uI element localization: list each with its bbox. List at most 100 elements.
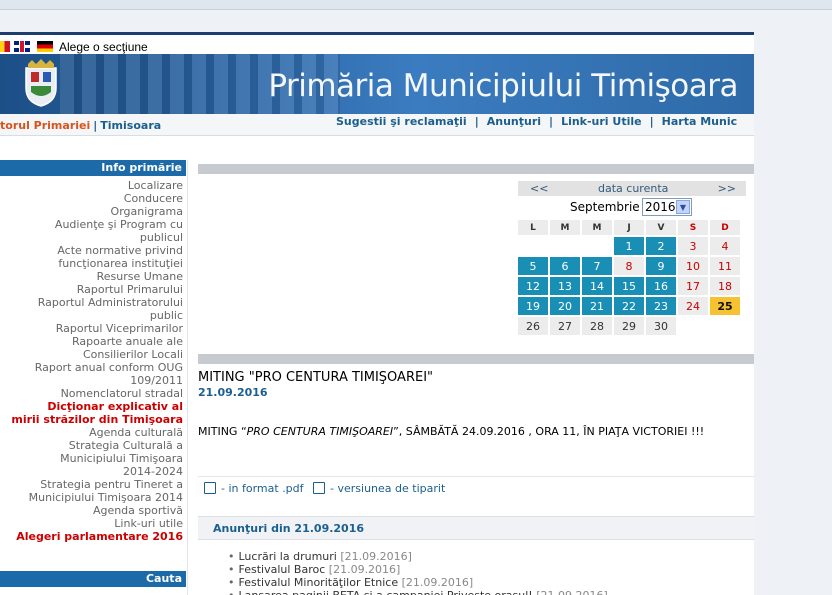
sidebar-item[interactable]: Raportul Administratorului — [0, 296, 187, 309]
year-select-value: 2016 — [645, 200, 676, 214]
calendar-day[interactable]: 11 — [710, 257, 740, 275]
calendar-day[interactable]: 5 — [518, 257, 548, 275]
calendar-grid: LMMJVSD 1 2 3 4 5 6 7 8 9 10 11 12 13 14 15 16 17 18 19 20 2… — [516, 218, 742, 337]
calendar-day[interactable]: 22 — [614, 297, 644, 315]
calendar-day[interactable]: 10 — [678, 257, 708, 275]
chevron-down-icon[interactable]: ▼ — [676, 200, 690, 214]
sidebar-item[interactable]: Agenda sportivă — [0, 504, 187, 517]
calendar-day[interactable]: 29 — [614, 317, 644, 335]
calendar-day[interactable]: 3 — [678, 237, 708, 255]
calendar-next-button[interactable]: >> — [718, 182, 736, 195]
sidebar-item[interactable]: Strategia Culturală a — [0, 439, 187, 452]
calendar-day[interactable]: 9 — [646, 257, 676, 275]
sidebar-item[interactable]: Raportul Viceprimarilor — [0, 322, 187, 335]
calendar-day[interactable]: 12 — [518, 277, 548, 295]
article-body-emphasis: PRO CENTURA TIMIŞOAREI — [246, 425, 394, 438]
calendar-current-date-link[interactable]: data curenta — [598, 182, 668, 195]
print-link[interactable]: - versiunea de tiparit — [330, 482, 445, 495]
printer-icon[interactable] — [313, 482, 326, 494]
calendar-week-row: 5 6 7 8 9 10 11 — [518, 257, 740, 275]
calendar-day[interactable]: 16 — [646, 277, 676, 295]
header-banner: Primăria Municipiului Timişoara — [0, 54, 754, 114]
sidebar-item[interactable]: Link-uri utile — [0, 517, 187, 530]
calendar-day[interactable]: 30 — [646, 317, 676, 335]
calendar-day[interactable]: 20 — [550, 297, 580, 315]
calendar-day[interactable]: 14 — [582, 277, 612, 295]
article-tools: - in format .pdf - versiunea de tiparit — [204, 482, 451, 495]
sidebar-item[interactable]: Organigrama — [0, 205, 187, 218]
sidebar-item[interactable]: 109/2011 — [0, 374, 187, 387]
sidebar-item[interactable]: Raport anual conform OUG — [0, 361, 187, 374]
list-item: • Lucrări la drumuri [21.09.2016] — [228, 550, 608, 563]
nav-link-sugestii[interactable]: Sugestii şi reclamaţii — [336, 115, 467, 128]
nav-link-link-uri-utile[interactable]: Link-uri Utile — [561, 115, 642, 128]
sidebar-item[interactable]: Rapoarte anuale ale — [0, 335, 187, 348]
calendar-day[interactable]: 26 — [518, 317, 548, 335]
breadcrumb-link[interactable]: Timisoara — [100, 119, 161, 132]
announcement-link[interactable]: Lansarea paginii BETA şi a campaniei Pri… — [239, 589, 533, 595]
sidebar-item[interactable]: Resurse Umane — [0, 270, 187, 283]
calendar-day[interactable]: 8 — [614, 257, 644, 275]
calendar-day[interactable]: 23 — [646, 297, 676, 315]
calendar-day[interactable]: 15 — [614, 277, 644, 295]
sidebar-item[interactable]: Audienţe şi Program cu — [0, 218, 187, 231]
nav-separator: | — [649, 115, 654, 128]
sidebar-item[interactable]: Municipiului Timişoara 2014 — [0, 491, 187, 504]
calendar-day[interactable]: 19 — [518, 297, 548, 315]
sidebar-item[interactable]: public — [0, 309, 187, 322]
calendar-day[interactable]: 27 — [550, 317, 580, 335]
sidebar-item[interactable]: Alegeri parlamentare 2016 — [0, 530, 187, 543]
sidebar-item[interactable]: Nomenclatorul stradal — [0, 387, 187, 400]
breadcrumb-link[interactable]: torul Primariei — [0, 119, 90, 132]
calendar-weekday: M — [582, 220, 612, 235]
calendar-day[interactable]: 7 — [582, 257, 612, 275]
calendar-day[interactable]: 1 — [614, 237, 644, 255]
article-divider — [198, 476, 754, 477]
sidebar-item[interactable]: Dicţionar explicativ al — [0, 400, 187, 413]
english-flag-icon[interactable] — [14, 41, 30, 52]
sidebar-item[interactable]: Raportul Primarului — [0, 283, 187, 296]
article-title[interactable]: MITING "PRO CENTURA TIMIŞOAREI" — [198, 370, 433, 385]
calendar-day[interactable]: 28 — [582, 317, 612, 335]
content-divider — [198, 164, 754, 174]
nav-link-harta[interactable]: Harta Munic — [662, 115, 737, 128]
calendar-day[interactable]: 2 — [646, 237, 676, 255]
calendar-month: Septembrie — [570, 200, 640, 214]
announcement-link[interactable]: Lucrări la drumuri — [239, 550, 337, 563]
calendar-day[interactable]: 18 — [710, 277, 740, 295]
sidebar-item[interactable]: Consilierilor Locali — [0, 348, 187, 361]
announcement-link[interactable]: Festivalul Baroc — [239, 563, 326, 576]
section-select[interactable]: Alege o secţiune — [59, 40, 148, 54]
pdf-icon[interactable] — [204, 482, 216, 494]
calendar-day[interactable]: 25 — [710, 297, 740, 315]
calendar-day[interactable]: 13 — [550, 277, 580, 295]
sidebar-item[interactable]: Acte normative privind — [0, 244, 187, 257]
sidebar-item[interactable]: Strategia pentru Tineret a — [0, 478, 187, 491]
list-item: • Lansarea paginii BETA şi a campaniei Pr… — [228, 589, 608, 595]
announcement-link[interactable]: Festivalul Minorităţilor Etnice — [239, 576, 399, 589]
year-select[interactable]: 2016 ▼ — [642, 198, 692, 216]
romanian-flag-icon[interactable] — [0, 41, 10, 52]
german-flag-icon[interactable] — [37, 41, 53, 52]
bullet-icon: • — [228, 576, 235, 589]
main-content: << data curenta >> Septembrie 2016 ▼ LMMJ… — [198, 164, 754, 595]
calendar-day[interactable]: 24 — [678, 297, 708, 315]
sidebar-item[interactable]: Municipiului Timişoara — [0, 452, 187, 465]
calendar-day[interactable]: 17 — [678, 277, 708, 295]
sidebar-item[interactable]: funcţionarea instituţiei — [0, 257, 187, 270]
sidebar-item[interactable]: 2014-2024 — [0, 465, 187, 478]
sidebar-item[interactable]: publicul — [0, 231, 187, 244]
calendar-day[interactable]: 4 — [710, 237, 740, 255]
sidebar-item[interactable]: Agenda culturală — [0, 426, 187, 439]
calendar-prev-button[interactable]: << — [530, 182, 548, 195]
calendar-weekday: D — [710, 220, 740, 235]
sidebar-item[interactable]: Conducere — [0, 192, 187, 205]
sidebar-item[interactable]: Localizare — [0, 179, 187, 192]
calendar-day[interactable]: 6 — [550, 257, 580, 275]
sidebar-item[interactable]: mirii străzilor din Timişoara — [0, 413, 187, 426]
pdf-link[interactable]: - in format .pdf — [221, 482, 304, 495]
calendar-day[interactable]: 21 — [582, 297, 612, 315]
bullet-icon: • — [228, 550, 235, 563]
city-crest-icon[interactable] — [22, 58, 60, 108]
nav-link-anunturi[interactable]: Anunţuri — [487, 115, 541, 128]
